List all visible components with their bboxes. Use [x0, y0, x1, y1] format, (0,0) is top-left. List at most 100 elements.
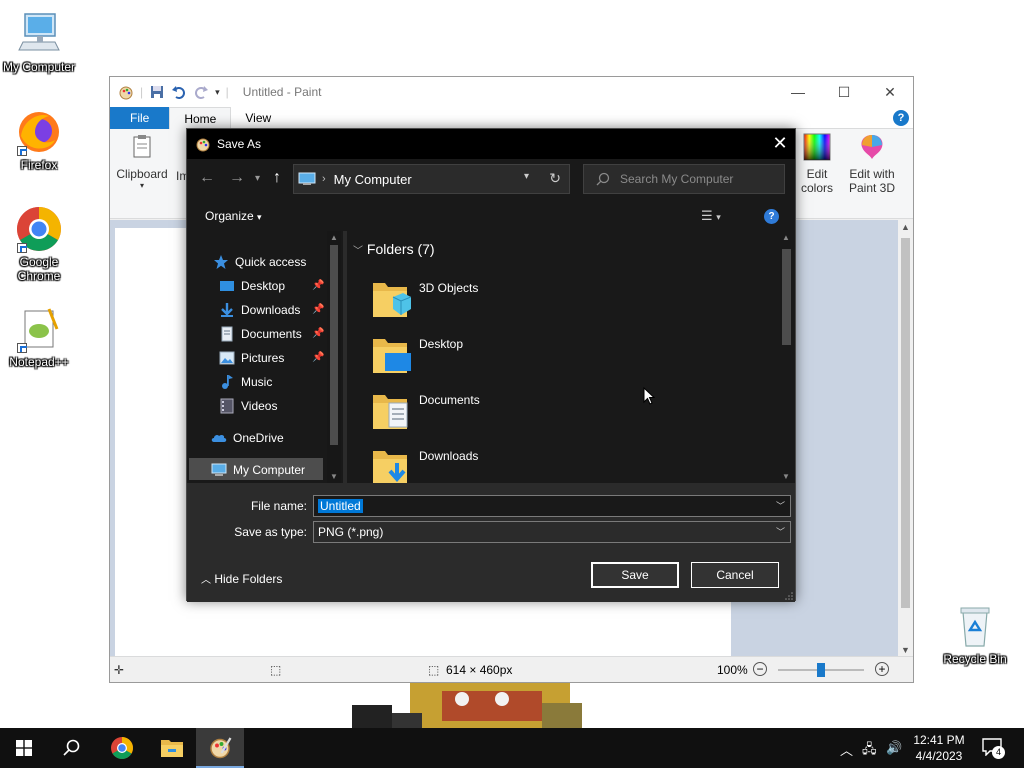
save-icon[interactable]: [149, 84, 165, 100]
shortcut-arrow-icon: [17, 343, 27, 353]
folder-item-documents[interactable]: Documents: [371, 389, 671, 435]
desktop-icon-label: My Computer: [2, 60, 76, 74]
save-as-dialog: Save As ✕ ← → ▾ ↑ › My Computer ▾ ↻ Sear…: [186, 128, 796, 602]
address-bar[interactable]: › My Computer ▾ ↻: [293, 164, 570, 194]
desktop-icon-label: Recycle Bin: [943, 652, 1007, 666]
tab-home[interactable]: Home: [169, 106, 232, 129]
nav-downloads[interactable]: Downloads: [219, 299, 300, 321]
nav-label: My Computer: [233, 463, 306, 477]
desktop-icon-recycle-bin[interactable]: Recycle Bin: [936, 602, 1014, 666]
folders-group-header[interactable]: ﹀ Folders (7): [353, 241, 435, 257]
pin-icon: 📌: [312, 280, 325, 291]
cancel-button[interactable]: Cancel: [691, 562, 779, 588]
undo-icon[interactable]: [171, 84, 187, 100]
nav-pane-scrollbar[interactable]: ▲ ▼: [327, 231, 341, 483]
clipboard-group[interactable]: Clipboard ▾: [116, 133, 168, 190]
volume-icon[interactable]: 🔊: [886, 740, 902, 756]
selection-size-icon: ⬚: [270, 662, 282, 677]
file-list-scrollbar[interactable]: ▲ ▼: [779, 231, 793, 483]
nav-pictures[interactable]: Pictures: [219, 347, 284, 369]
folder-item-3d-objects[interactable]: 3D Objects: [371, 277, 671, 323]
desktop-icon-my-computer[interactable]: My Computer: [0, 10, 78, 74]
change-view-icon[interactable]: ☰ ▾: [701, 208, 721, 224]
help-icon[interactable]: ?: [893, 110, 909, 126]
desktop-icon-chrome[interactable]: Google Chrome: [0, 205, 78, 283]
close-icon[interactable]: ✕: [867, 77, 913, 107]
save-button[interactable]: Save: [591, 562, 679, 588]
nav-music[interactable]: Music: [219, 371, 272, 393]
edit-colors-label: Edit: [806, 167, 828, 181]
folder-item-desktop[interactable]: Desktop: [371, 333, 671, 379]
nav-my-computer[interactable]: My Computer: [211, 459, 305, 481]
chevron-up-icon: ︿: [201, 575, 211, 586]
desktop-icon-firefox[interactable]: Firefox: [0, 108, 78, 172]
resize-grip-icon[interactable]: [785, 592, 793, 600]
edit-colors-button[interactable]: Edit colors: [796, 133, 838, 195]
network-icon[interactable]: 🖧: [862, 740, 877, 762]
chevron-down-icon[interactable]: ﹀: [776, 522, 785, 542]
scrollbar-thumb[interactable]: [782, 249, 791, 345]
scroll-up-icon[interactable]: ▲: [782, 233, 790, 242]
refresh-icon[interactable]: ↻: [549, 170, 561, 187]
canvas-vertical-scrollbar[interactable]: ▲ ▼: [898, 220, 913, 657]
maximize-icon[interactable]: ☐: [821, 77, 867, 107]
taskbar: ︿ 🖧 🔊 12:41 PM 4/4/2023 4: [0, 728, 1024, 768]
zoom-out-icon[interactable]: −: [753, 662, 767, 676]
nav-quick-access[interactable]: Quick access: [213, 251, 306, 273]
nav-desktop[interactable]: Desktop: [219, 275, 285, 297]
scroll-down-icon[interactable]: ▼: [330, 472, 338, 481]
scrollbar-thumb[interactable]: [330, 245, 338, 445]
zoom-slider-thumb[interactable]: [817, 663, 825, 677]
navigation-bar: ← → ▾ ↑ › My Computer ▾ ↻ Search My Comp…: [187, 159, 795, 201]
scroll-down-icon[interactable]: ▼: [782, 472, 790, 481]
scroll-down-icon[interactable]: ▼: [898, 645, 913, 655]
address-location[interactable]: My Computer: [334, 172, 412, 187]
taskbar-paint[interactable]: [196, 728, 244, 768]
scroll-up-icon[interactable]: ▲: [330, 233, 338, 242]
forward-arrow-icon[interactable]: →: [229, 169, 245, 187]
start-button[interactable]: [0, 728, 48, 768]
nav-documents[interactable]: Documents: [219, 323, 302, 345]
search-box[interactable]: Search My Computer: [583, 164, 785, 194]
file-name-input[interactable]: Untitled ﹀: [313, 495, 791, 517]
back-arrow-icon[interactable]: ←: [199, 169, 215, 187]
customize-qat-icon[interactable]: ▾: [215, 87, 220, 98]
paint3d-icon: [858, 133, 886, 161]
recent-locations-icon[interactable]: ▾: [255, 173, 260, 184]
taskbar-chrome[interactable]: [98, 728, 146, 768]
search-button[interactable]: [48, 728, 96, 768]
nav-onedrive[interactable]: OneDrive: [211, 427, 284, 449]
computer-icon: [298, 172, 316, 185]
organize-button[interactable]: Organize ▾: [205, 209, 262, 223]
edit-colors-label-2: colors: [800, 181, 833, 195]
up-arrow-icon[interactable]: ↑: [273, 169, 281, 187]
save-type-select[interactable]: PNG (*.png) ﹀: [313, 521, 791, 543]
zoom-slider[interactable]: [778, 663, 864, 677]
system-clock[interactable]: 12:41 PM 4/4/2023: [906, 732, 972, 764]
redo-icon[interactable]: [193, 84, 209, 100]
chevron-down-icon[interactable]: ﹀: [776, 496, 785, 516]
paint-app-icon: [196, 138, 210, 152]
chrome-icon: [111, 737, 133, 759]
show-hidden-icons-icon[interactable]: ︿: [840, 740, 853, 759]
hide-folders-button[interactable]: ︿ Hide Folders: [201, 571, 282, 586]
save-type-value: PNG (*.png): [318, 525, 384, 539]
close-icon[interactable]: ✕: [765, 129, 795, 159]
help-icon[interactable]: ?: [764, 209, 779, 224]
computer-icon: [15, 10, 63, 58]
wallpaper-character-image: [352, 683, 582, 728]
tab-view[interactable]: View: [231, 107, 285, 129]
chevron-down-icon[interactable]: ▾: [524, 171, 529, 182]
taskbar-file-explorer[interactable]: [148, 728, 196, 768]
hide-folders-label: Hide Folders: [214, 572, 283, 586]
minimize-icon[interactable]: —: [775, 77, 821, 107]
desktop-icon-notepadpp[interactable]: Notepad++: [0, 305, 78, 369]
tab-file[interactable]: File: [110, 106, 170, 129]
zoom-in-icon[interactable]: +: [875, 662, 889, 676]
zoom-level: 100%: [717, 662, 748, 677]
scrollbar-thumb[interactable]: [901, 238, 910, 608]
edit-with-paint3d-button[interactable]: Edit with Paint 3D: [844, 133, 900, 195]
scroll-up-icon[interactable]: ▲: [898, 222, 913, 232]
action-center-button[interactable]: 4: [982, 738, 1005, 759]
nav-videos[interactable]: Videos: [219, 395, 277, 417]
